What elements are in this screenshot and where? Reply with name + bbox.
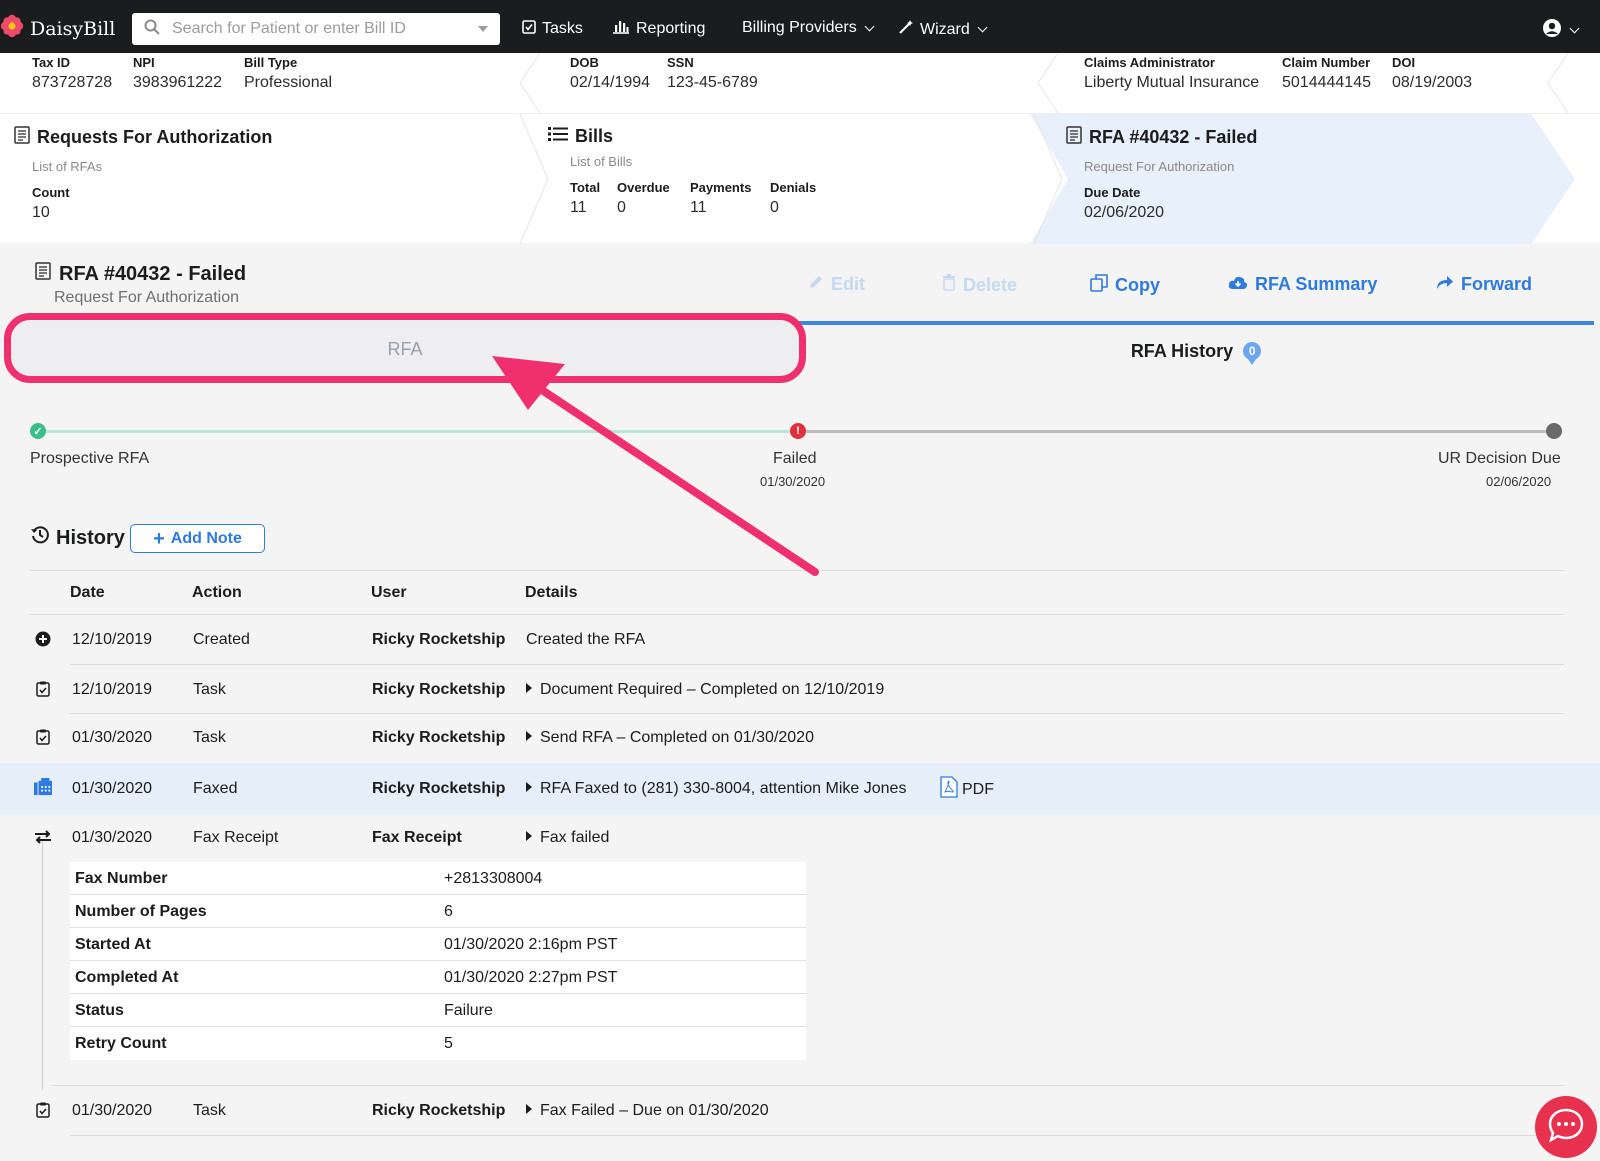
annotation-arrow bbox=[492, 356, 819, 576]
chat-button[interactable] bbox=[1535, 1096, 1597, 1158]
chat-icon bbox=[1548, 1108, 1584, 1147]
